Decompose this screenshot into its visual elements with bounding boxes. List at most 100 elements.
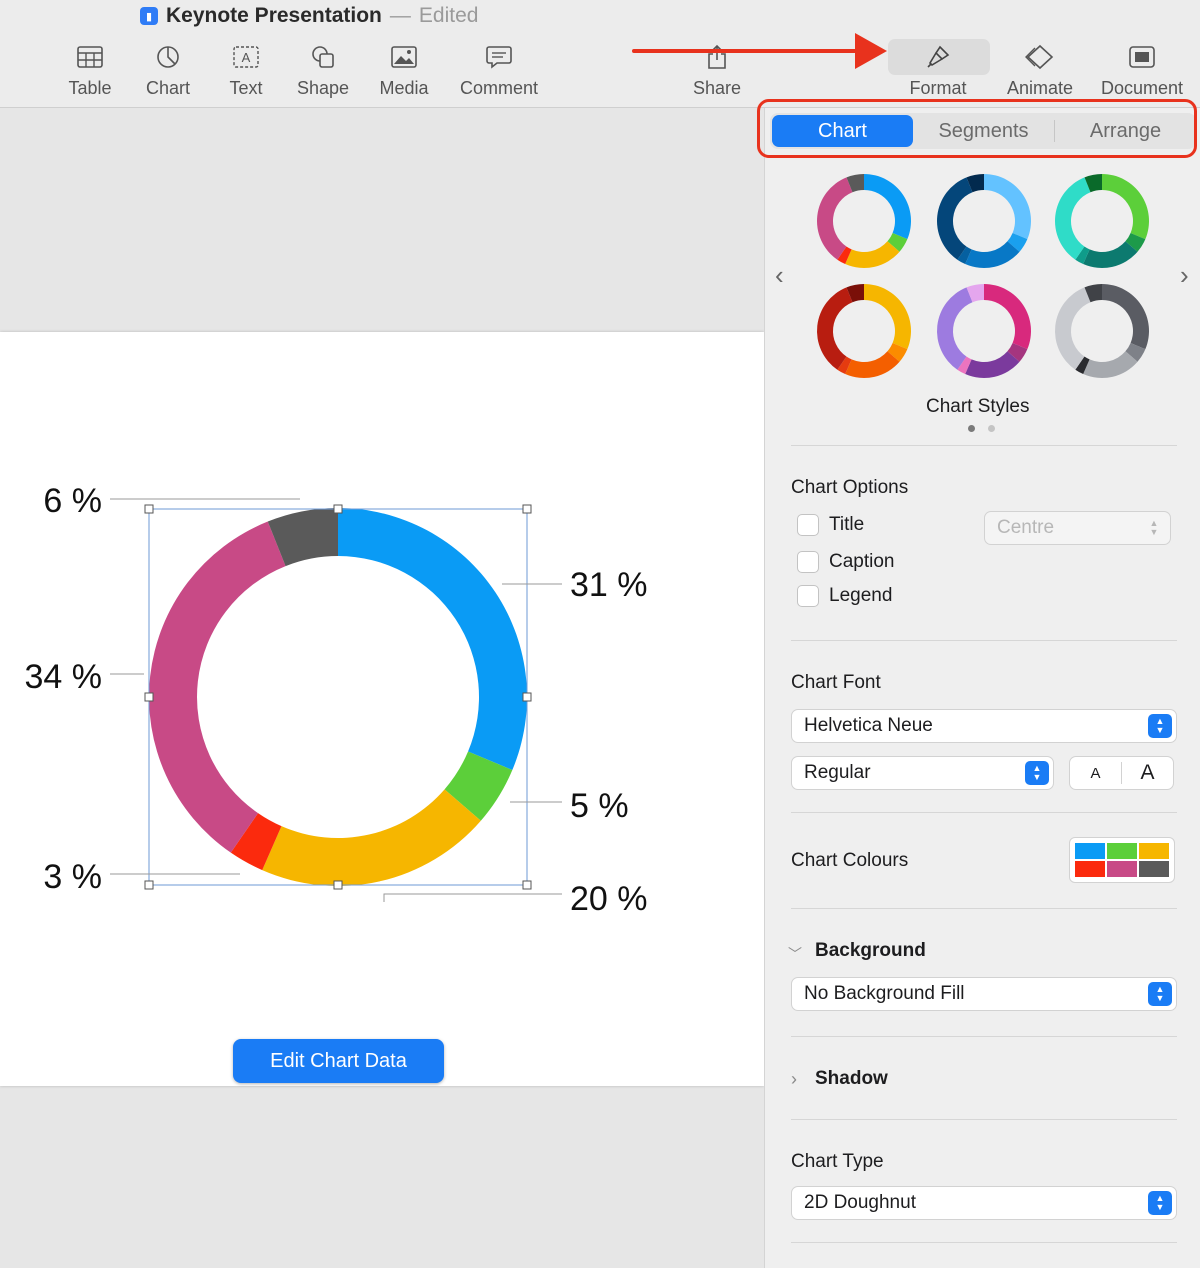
style-preset-purple[interactable]: [937, 284, 1031, 378]
resize-handle[interactable]: [333, 504, 343, 514]
colour-swatch: [1139, 843, 1169, 859]
toolbar-table-button[interactable]: Table: [45, 40, 135, 99]
toolbar-label: Shape: [296, 78, 350, 98]
window-title: ▮ Keynote Presentation — Edited: [140, 4, 478, 28]
style-preset-orange[interactable]: [817, 284, 911, 378]
preset-segment: [845, 351, 900, 378]
stepper-icon: ▲ ▼: [1148, 1191, 1172, 1215]
chart-styles-grid[interactable]: [800, 165, 1170, 390]
preset-segment: [1102, 284, 1149, 350]
doughnut-segment[interactable]: [149, 521, 286, 853]
resize-handle[interactable]: [522, 880, 532, 890]
colour-swatch: [1075, 843, 1105, 859]
legend-checkbox-label: Legend: [829, 585, 893, 606]
doughnut-chart[interactable]: 31 % 5 % 20 % 3 % 34 % 6 %: [0, 332, 764, 1086]
background-heading[interactable]: Background: [815, 940, 926, 962]
toolbar-label: Media: [379, 78, 429, 98]
text-icon: A: [233, 40, 259, 74]
section-divider: [791, 812, 1177, 813]
style-preset-gray[interactable]: [1055, 284, 1149, 379]
toolbar-label: Chart: [145, 78, 190, 98]
toolbar-label: Animate: [1006, 78, 1074, 98]
chevron-right-icon[interactable]: ›: [791, 1069, 797, 1090]
legend-checkbox[interactable]: [797, 585, 819, 607]
chart-colours-picker[interactable]: [1069, 837, 1175, 883]
chart-options-heading: Chart Options: [791, 477, 909, 498]
preset-segment: [1083, 241, 1138, 268]
increase-font-size-button[interactable]: A: [1122, 761, 1173, 785]
toolbar-shape-button[interactable]: Shape: [278, 40, 368, 99]
data-label: 5 %: [570, 787, 629, 825]
resize-handle[interactable]: [144, 504, 154, 514]
font-weight-value: Regular: [804, 762, 871, 783]
leader-line: [383, 893, 562, 902]
background-fill-select[interactable]: No Background Fill ▲ ▼: [791, 977, 1177, 1011]
preset-segment: [845, 241, 900, 268]
chart-font-heading: Chart Font: [791, 672, 881, 693]
decrease-font-size-button[interactable]: A: [1070, 765, 1121, 782]
resize-handle[interactable]: [144, 692, 154, 702]
legend-checkbox-row[interactable]: Legend: [797, 585, 892, 607]
font-family-value: Helvetica Neue: [804, 715, 933, 736]
annotation-highlight-box: [757, 99, 1197, 158]
title-position-select[interactable]: Centre ▲ ▼: [984, 511, 1171, 545]
toolbar-chart-button[interactable]: Chart: [123, 40, 213, 99]
data-label: 31 %: [570, 566, 648, 604]
toolbar: ▮ Keynote Presentation — Edited Table Ch…: [0, 0, 1200, 108]
resize-handle[interactable]: [522, 504, 532, 514]
section-divider: [791, 908, 1177, 909]
resize-handle[interactable]: [144, 880, 154, 890]
section-divider: [791, 1242, 1177, 1243]
paintbrush-icon: [926, 40, 950, 74]
title-checkbox-label: Title: [829, 514, 865, 535]
chevron-down-icon[interactable]: ﹀: [788, 944, 802, 964]
chart-type-select[interactable]: 2D Doughnut ▲ ▼: [791, 1186, 1177, 1220]
share-icon: [706, 40, 728, 74]
page-dot-2[interactable]: [988, 425, 995, 432]
font-family-select[interactable]: Helvetica Neue ▲ ▼: [791, 709, 1177, 743]
style-preset-blue[interactable]: [937, 174, 1031, 268]
title-checkbox-row[interactable]: Title: [797, 514, 864, 536]
toolbar-comment-button[interactable]: Comment: [454, 40, 544, 99]
toolbar-document-button[interactable]: Document: [1097, 40, 1187, 99]
font-size-buttons: A A: [1069, 756, 1174, 790]
stepper-icon: ▲ ▼: [1148, 982, 1172, 1006]
chart-icon: [156, 40, 180, 74]
preset-segment: [965, 351, 1020, 378]
chevron-right-icon[interactable]: ›: [1180, 260, 1189, 291]
document-status: Edited: [418, 4, 479, 27]
title-position-value: Centre: [997, 517, 1055, 538]
font-weight-select[interactable]: Regular ▲ ▼: [791, 756, 1054, 790]
toolbar-format-button[interactable]: Format: [893, 40, 983, 99]
document-name: Keynote Presentation: [166, 4, 382, 27]
shape-icon: [310, 40, 336, 74]
edit-chart-data-button[interactable]: Edit Chart Data: [233, 1039, 444, 1083]
shadow-heading[interactable]: Shadow: [815, 1068, 888, 1090]
section-divider: [791, 1119, 1177, 1120]
style-preset-multicolor[interactable]: [817, 174, 911, 268]
resize-handle[interactable]: [522, 692, 532, 702]
toolbar-animate-button[interactable]: Animate: [995, 40, 1085, 99]
media-icon: [391, 40, 417, 74]
chevron-left-icon[interactable]: ‹: [775, 260, 784, 291]
section-divider: [791, 445, 1177, 446]
caption-checkbox[interactable]: [797, 551, 819, 573]
data-label: 34 %: [25, 658, 103, 696]
section-divider: [791, 1036, 1177, 1037]
doughnut-segment[interactable]: [262, 789, 481, 886]
title-checkbox[interactable]: [797, 514, 819, 536]
caption-checkbox-label: Caption: [829, 551, 895, 572]
style-preset-green[interactable]: [1055, 174, 1149, 268]
title-separator: —: [389, 4, 411, 27]
preset-segment: [965, 241, 1020, 268]
toolbar-media-button[interactable]: Media: [359, 40, 449, 99]
preset-segment: [984, 174, 1031, 240]
caption-checkbox-row[interactable]: Caption: [797, 551, 895, 573]
page-indicator[interactable]: [968, 425, 995, 432]
chart-styles-label: Chart Styles: [926, 396, 1030, 417]
keynote-document-icon: ▮: [140, 7, 158, 25]
resize-handle[interactable]: [333, 880, 343, 890]
doughnut-segment[interactable]: [338, 508, 527, 771]
page-dot-1[interactable]: [968, 425, 975, 432]
preset-segment: [1102, 174, 1149, 240]
